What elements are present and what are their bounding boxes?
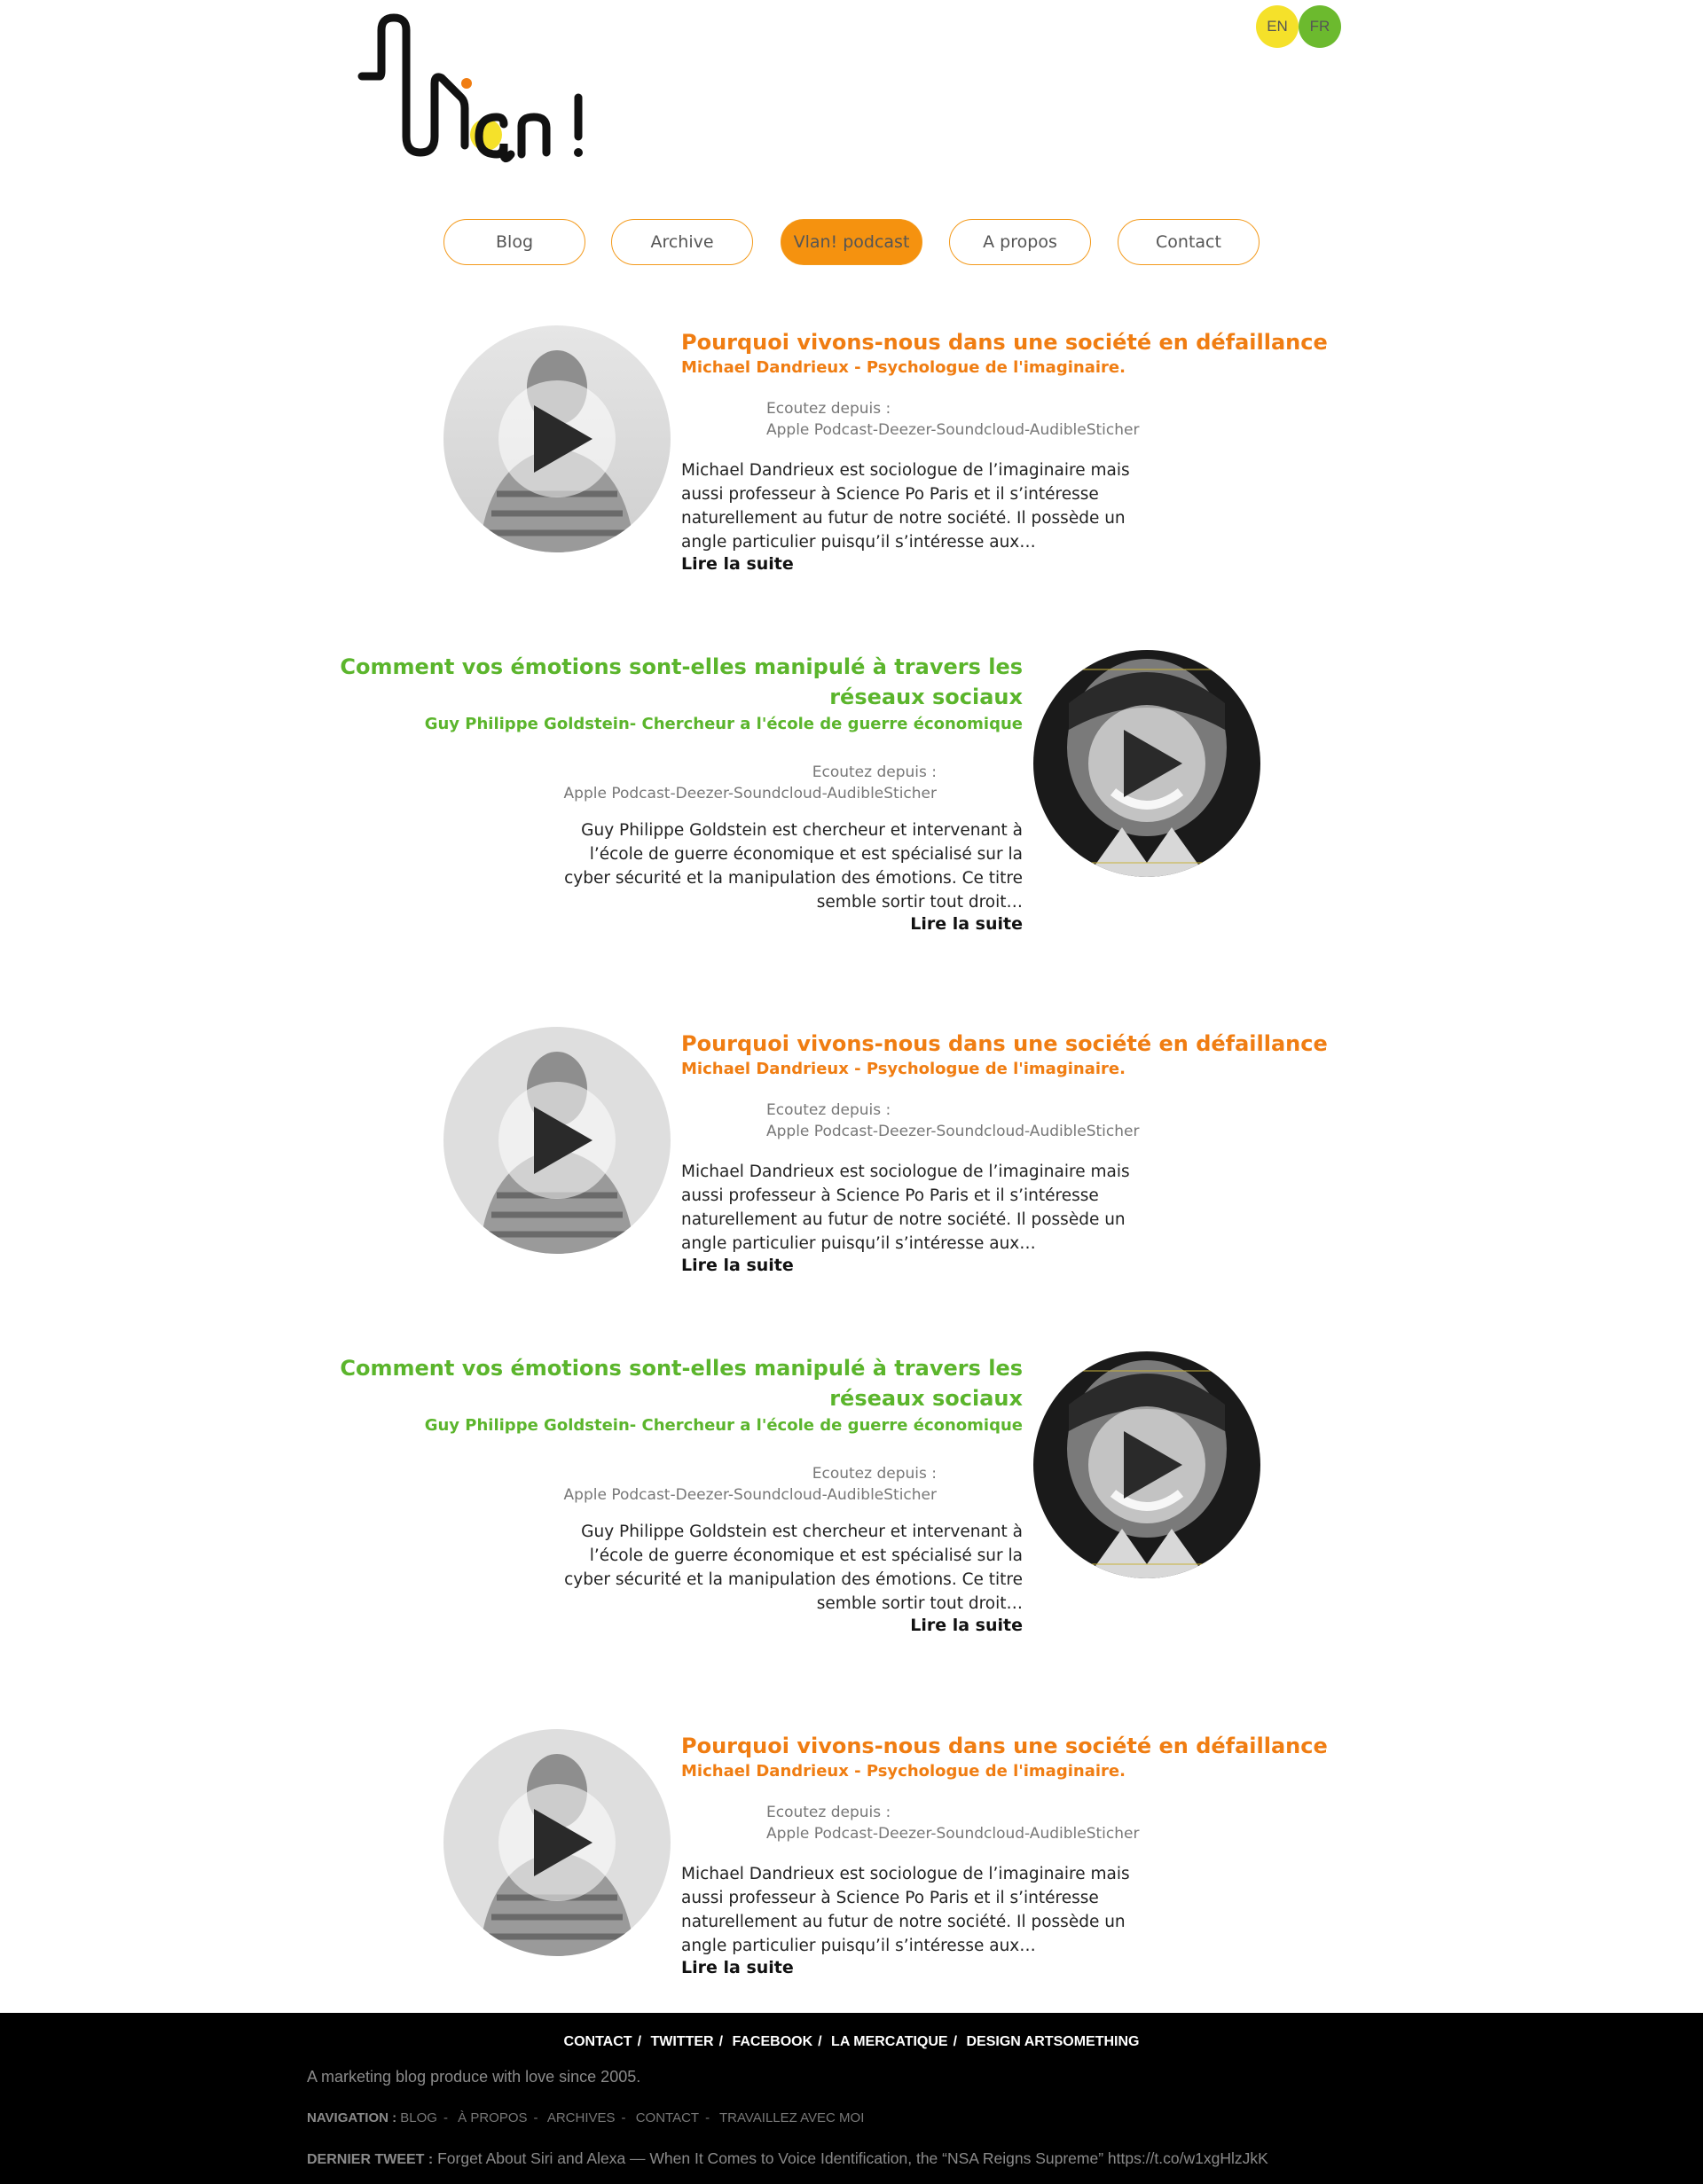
footer-link-design[interactable]: DESIGN ARTSOMETHING [967, 2034, 1140, 2049]
episode-description: Michael Dandrieux est sociologue de l’im… [681, 461, 1130, 552]
episode-play-button[interactable] [443, 1729, 671, 1956]
listen-from: Ecoutez depuis : Apple Podcast-Deezer-So… [766, 398, 1139, 441]
read-more-link[interactable]: Lire la suite [910, 1616, 1023, 1635]
footer-navigation: NAVIGATION : BLOG - À PROPOS - ARCHIVES - C… [307, 2110, 864, 2125]
read-more-link[interactable]: Lire la suite [681, 1256, 794, 1275]
listen-from: Ecoutez depuis : Apple Podcast-Deezer-So… [564, 1463, 937, 1506]
footer-tagline: A marketing blog produce with love since… [307, 2068, 641, 2086]
episode-card: Pourquoi vivons-nous dans une société en… [0, 325, 1703, 591]
read-more-link[interactable]: Lire la suite [681, 1958, 794, 1977]
episode-description: Michael Dandrieux est sociologue de l’im… [681, 1162, 1130, 1253]
footer: CONTACT / TWITTER / FACEBOOK / LA MERCATIQU… [0, 2013, 1703, 2184]
listen-label: Ecoutez depuis : [766, 1804, 891, 1821]
separator: - [705, 2110, 710, 2125]
episode-card: Pourquoi vivons-nous dans une société en… [0, 1027, 1703, 1293]
nav-blog[interactable]: Blog [443, 219, 585, 265]
footer-nav-label: NAVIGATION : [307, 2110, 397, 2125]
episode-title[interactable]: Comment vos émotions sont-elles manipulé… [293, 1353, 1023, 1413]
listen-platforms[interactable]: Apple Podcast-Deezer-Soundcloud-AudibleS… [564, 783, 937, 804]
separator: - [533, 2110, 538, 2125]
listen-from: Ecoutez depuis : Apple Podcast-Deezer-So… [564, 762, 937, 804]
episode-description: Michael Dandrieux est sociologue de l’im… [681, 1865, 1130, 1955]
episode-play-button[interactable] [1033, 1351, 1260, 1578]
episode-description: Guy Philippe Goldstein est chercheur et … [564, 821, 1023, 912]
episode-play-button[interactable] [443, 325, 671, 552]
read-more-link[interactable]: Lire la suite [681, 554, 794, 574]
read-more-link[interactable]: Lire la suite [910, 914, 1023, 934]
footer-latest-tweet: DERNIER TWEET : Forget About Siri and Al… [307, 2149, 1268, 2168]
episode-subtitle: Michael Dandrieux - Psychologue de l'ima… [681, 358, 1126, 377]
listen-platforms[interactable]: Apple Podcast-Deezer-Soundcloud-AudibleS… [766, 1823, 1139, 1844]
episode-card: Pourquoi vivons-nous dans une société en… [0, 1729, 1703, 1995]
language-en-button[interactable]: EN [1256, 5, 1299, 48]
tweet-text[interactable]: Forget About Siri and Alexa — When It Co… [437, 2149, 1268, 2167]
footer-links: CONTACT / TWITTER / FACEBOOK / LA MERCATIQU… [0, 2034, 1703, 2050]
episode-subtitle: Guy Philippe Goldstein- Chercheur a l'éc… [424, 715, 1023, 733]
episode-card: Comment vos émotions sont-elles manipulé… [0, 1351, 1703, 1635]
episode-subtitle: Michael Dandrieux - Psychologue de l'ima… [681, 1762, 1126, 1781]
separator: / [953, 2034, 958, 2049]
nav-contact[interactable]: Contact [1118, 219, 1260, 265]
nav-a-propos[interactable]: A propos [949, 219, 1091, 265]
separator: / [718, 2034, 724, 2049]
listen-label: Ecoutez depuis : [766, 1101, 891, 1119]
footer-nav-blog[interactable]: BLOG [400, 2110, 437, 2125]
episode-title[interactable]: Comment vos émotions sont-elles manipulé… [293, 652, 1023, 712]
episode-title[interactable]: Pourquoi vivons-nous dans une société en… [681, 1731, 1328, 1761]
vlan-logo[interactable] [355, 12, 603, 163]
separator: / [818, 2034, 822, 2049]
episode-title[interactable]: Pourquoi vivons-nous dans une société en… [681, 327, 1328, 357]
language-fr-button[interactable]: FR [1299, 5, 1341, 48]
nav-podcast[interactable]: Vlan! podcast [781, 219, 922, 265]
footer-nav-a-propos[interactable]: À PROPOS [458, 2110, 527, 2125]
nav-archive[interactable]: Archive [611, 219, 753, 265]
episode-play-button[interactable] [1033, 650, 1260, 877]
listen-from: Ecoutez depuis : Apple Podcast-Deezer-So… [766, 1802, 1139, 1844]
listen-platforms[interactable]: Apple Podcast-Deezer-Soundcloud-AudibleS… [766, 1121, 1139, 1142]
footer-link-contact[interactable]: CONTACT [564, 2034, 632, 2049]
episode-title[interactable]: Pourquoi vivons-nous dans une société en… [681, 1029, 1328, 1059]
separator: / [637, 2034, 642, 2049]
listen-platforms[interactable]: Apple Podcast-Deezer-Soundcloud-AudibleS… [766, 419, 1139, 441]
listen-label: Ecoutez depuis : [812, 1465, 937, 1483]
episode-play-button[interactable] [443, 1027, 671, 1254]
footer-link-twitter[interactable]: TWITTER [650, 2034, 713, 2049]
episode-subtitle: Michael Dandrieux - Psychologue de l'ima… [681, 1060, 1126, 1078]
listen-label: Ecoutez depuis : [766, 400, 891, 418]
separator: - [621, 2110, 626, 2125]
footer-nav-archives[interactable]: ARCHIVES [547, 2110, 616, 2125]
footer-link-la-mercatique[interactable]: LA MERCATIQUE [831, 2034, 948, 2049]
separator: - [443, 2110, 448, 2125]
episode-description: Guy Philippe Goldstein est chercheur et … [564, 1523, 1023, 1613]
episode-subtitle: Guy Philippe Goldstein- Chercheur a l'éc… [424, 1416, 1023, 1435]
listen-platforms[interactable]: Apple Podcast-Deezer-Soundcloud-AudibleS… [564, 1484, 937, 1506]
footer-nav-travaillez[interactable]: TRAVAILLEZ AVEC MOI [719, 2110, 864, 2125]
footer-nav-contact[interactable]: CONTACT [636, 2110, 699, 2125]
listen-from: Ecoutez depuis : Apple Podcast-Deezer-So… [766, 1100, 1139, 1142]
listen-label: Ecoutez depuis : [812, 763, 937, 781]
tweet-label: DERNIER TWEET : [307, 2152, 434, 2167]
vlan-logo-mark [357, 13, 583, 163]
footer-link-facebook[interactable]: FACEBOOK [732, 2034, 812, 2049]
episode-card: Comment vos émotions sont-elles manipulé… [0, 650, 1703, 934]
